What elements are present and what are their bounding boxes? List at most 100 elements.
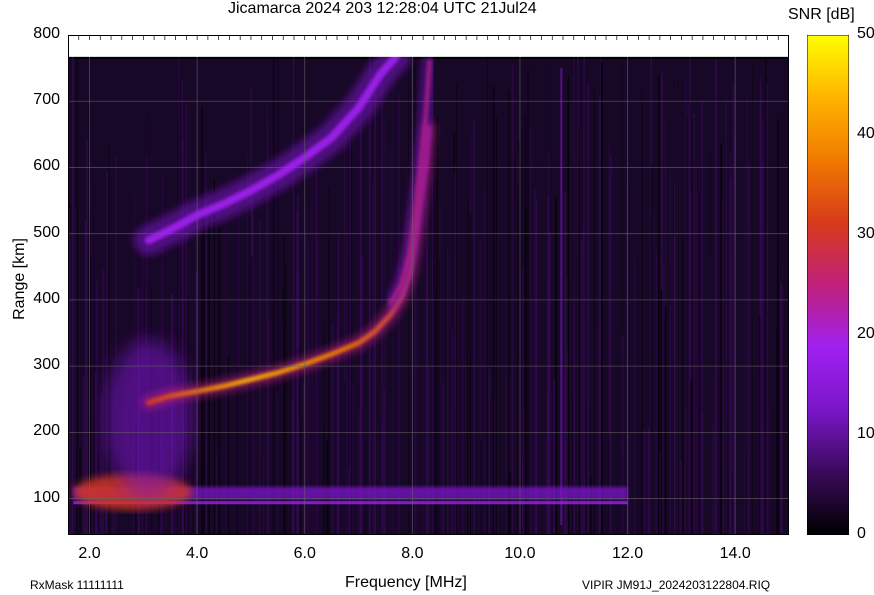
noise-column (677, 81, 679, 535)
colorbar-tick-label: 10 (857, 425, 874, 442)
noise-column (450, 405, 453, 535)
noise-column (627, 432, 630, 535)
interference-column (560, 68, 563, 526)
x-tick-label: 2.0 (78, 545, 101, 562)
noise-column (492, 86, 495, 535)
noise-column (530, 126, 532, 535)
noise-column (655, 250, 658, 535)
noise-column (744, 223, 746, 535)
colorbar-tick-label: 50 (857, 25, 874, 42)
noise-column (701, 412, 704, 535)
noise-column (520, 128, 523, 535)
x-tick-label: 14.0 (719, 545, 751, 562)
noise-column (488, 368, 490, 535)
noise-column (573, 44, 575, 535)
noise-column (487, 56, 488, 535)
x-tick-label: 10.0 (504, 545, 536, 562)
noise-column (767, 407, 770, 535)
noise-column (426, 198, 428, 535)
noise-column (729, 152, 732, 535)
noise-column (608, 142, 611, 535)
noise-column (761, 161, 764, 535)
noise-column (428, 367, 430, 535)
y-tick-label: 100 (33, 488, 60, 506)
noise-column (273, 42, 275, 535)
noise-column (390, 147, 392, 535)
noise-column (360, 126, 362, 535)
noise-column (290, 303, 291, 535)
noise-column (374, 341, 376, 535)
noise-column (298, 347, 301, 535)
noise-column (665, 306, 667, 535)
noise-column (578, 127, 580, 535)
y-tick-label: 200 (33, 422, 60, 440)
noise-column (643, 429, 646, 535)
noise-column (647, 425, 650, 535)
x-tick-label: 12.0 (612, 545, 644, 562)
noise-column (422, 366, 424, 535)
noise-column (247, 154, 249, 535)
noise-column (663, 266, 665, 535)
noise-column (71, 472, 72, 535)
noise-column (74, 208, 76, 535)
noise-column (483, 187, 485, 535)
noise-column (236, 366, 239, 535)
noise-column (534, 188, 536, 535)
noise-column (337, 309, 339, 535)
noise-column (715, 59, 718, 535)
noise-column (610, 155, 612, 535)
noise-column (590, 474, 592, 535)
noise-column (763, 430, 765, 535)
noise-column (626, 183, 627, 535)
noise-column (95, 373, 97, 535)
noise-column (105, 356, 107, 535)
noise-column (564, 191, 567, 535)
noise-column (292, 399, 294, 535)
noise-column (516, 358, 518, 535)
noise-column (82, 375, 85, 535)
noise-column (709, 255, 711, 535)
noise-column (548, 150, 550, 535)
noise-column (601, 62, 603, 535)
y-tick-label: 600 (33, 157, 60, 175)
noise-column (674, 182, 676, 535)
x-tick-label: 8.0 (401, 545, 424, 562)
colorbar (807, 35, 849, 535)
ionogram-plot (68, 35, 789, 535)
noise-column (660, 289, 663, 535)
noise-column (442, 382, 444, 535)
noise-column (454, 173, 455, 535)
x-tick-label: 6.0 (293, 545, 316, 562)
noise-column (593, 88, 595, 535)
noise-column (549, 43, 551, 535)
noise-column (527, 69, 530, 535)
noise-column (657, 74, 660, 535)
chart-title: Jicamarca 2024 203 12:28:04 UTC 21Jul24 (228, 0, 537, 17)
plot-top-strip (68, 35, 789, 57)
noise-column (599, 96, 601, 535)
noise-column (313, 384, 315, 535)
y-tick-label: 700 (33, 91, 60, 109)
noise-column (687, 104, 689, 535)
noise-column (760, 87, 762, 535)
noise-column (383, 387, 385, 535)
noise-column (641, 110, 643, 535)
noise-column (651, 164, 653, 535)
x-tick-label: 4.0 (186, 545, 209, 562)
noise-column (467, 202, 469, 535)
noise-column (536, 200, 537, 535)
noise-column (553, 379, 556, 535)
noise-column (433, 141, 436, 535)
noise-column (432, 171, 434, 535)
noise-column (368, 51, 371, 535)
noise-column (670, 169, 671, 535)
noise-column (570, 105, 572, 535)
noise-column (780, 282, 783, 535)
noise-column (616, 353, 618, 535)
colorbar-tick-label: 0 (857, 525, 866, 542)
noise-column (587, 83, 589, 535)
noise-column (682, 238, 684, 535)
noise-column (351, 109, 353, 535)
noise-column (680, 458, 682, 535)
x-axis-label: Frequency [MHz] (345, 574, 467, 591)
